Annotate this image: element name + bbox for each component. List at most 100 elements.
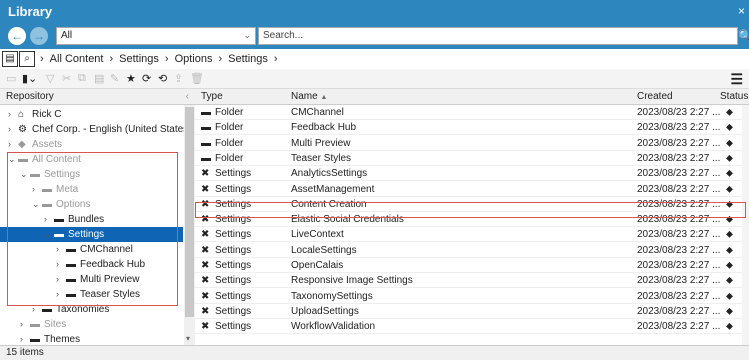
new-icon[interactable]: ▭ bbox=[6, 72, 16, 85]
close-icon[interactable]: × bbox=[738, 4, 745, 18]
table-row[interactable]: ✖ Settings AnalyticsSettings 2023/08/23 2:2… bbox=[195, 166, 749, 182]
row-type: Settings bbox=[215, 305, 252, 317]
copy-icon[interactable]: ⧉ bbox=[78, 72, 86, 85]
publish-icon[interactable]: ⇪ bbox=[174, 72, 183, 85]
breadcrumb-item[interactable]: Options bbox=[175, 53, 213, 65]
status-icon: ⬥ bbox=[726, 183, 733, 195]
breadcrumb-items: › All Content › Settings › Options › Settings › bbox=[40, 53, 284, 65]
row-type: Folder bbox=[215, 152, 244, 164]
table-row[interactable]: ✖ Settings UploadSettings 2023/08/23 2:27 .… bbox=[195, 304, 749, 319]
row-created: 2023/08/23 2:27 ... bbox=[637, 321, 721, 333]
table-row[interactable]: ✖ Settings AssetManagement 2023/08/23 2:27 … bbox=[195, 182, 749, 197]
highlight-box bbox=[7, 152, 178, 306]
row-created: 2023/08/23 2:27 ... bbox=[637, 183, 721, 195]
settings-icon: ✖ bbox=[201, 244, 210, 256]
cut-icon[interactable]: ✂ bbox=[62, 72, 71, 85]
row-type: Settings bbox=[215, 275, 252, 287]
table-row[interactable]: ✖ Settings LocaleSettings 2023/08/23 2:27 .… bbox=[195, 243, 749, 258]
status-icon: ⬥ bbox=[726, 152, 733, 164]
tree-node[interactable]: › ▬ Themes bbox=[20, 332, 80, 345]
col-created[interactable]: Created bbox=[637, 91, 673, 102]
row-created: 2023/08/23 2:27 ... bbox=[637, 137, 721, 149]
chevron-icon[interactable]: › bbox=[8, 122, 18, 137]
folder-icon: ▬ bbox=[30, 334, 40, 345]
home-icon: ⌂ bbox=[18, 109, 25, 120]
row-name: OpenCalais bbox=[291, 260, 344, 271]
table-row[interactable]: ✖ Settings WorkflowValidation 2023/08/23 2:… bbox=[195, 319, 749, 335]
row-name: AnalyticsSettings bbox=[291, 168, 368, 180]
table-row[interactable]: ✖ Settings TaxonomySettings 2023/08/23 2:27… bbox=[195, 289, 749, 304]
settings-icon: ✖ bbox=[201, 275, 210, 287]
table-row[interactable]: ▬ Folder Feedback Hub 2023/08/23 2:27 ... ⬥ bbox=[195, 120, 749, 136]
row-created: 2023/08/23 2:27 ... bbox=[637, 168, 721, 180]
create-icon[interactable]: ▮⌄ bbox=[22, 72, 37, 85]
status-icon: ⬥ bbox=[726, 321, 733, 333]
search-mode-icon[interactable]: ⌕ bbox=[19, 51, 35, 67]
row-created: 2023/08/23 2:27 ... bbox=[637, 305, 721, 317]
tree-scrollbar[interactable]: ▾ bbox=[184, 105, 195, 345]
row-name: WorkflowValidation bbox=[291, 321, 376, 333]
chevron-icon[interactable]: › bbox=[8, 107, 18, 122]
toolbar: ▭ ▮⌄ ▽ ✂ ⧉ ▤ ✎ ★ ⟳ ⟲ ⇪ 🗑 ☰ bbox=[0, 69, 749, 89]
tree-node[interactable]: › ⚙ Chef Corp. - English (United States) bbox=[8, 122, 184, 137]
table-row[interactable]: ✖ Settings LiveContext 2023/08/23 2:27 ... ⬥ bbox=[195, 227, 749, 243]
highlight-box bbox=[195, 202, 746, 218]
breadcrumb-separator: › bbox=[164, 53, 169, 65]
tree-toggle-icon[interactable]: ▤ bbox=[2, 51, 18, 67]
row-name: CMChannel bbox=[291, 107, 344, 118]
breadcrumb-item[interactable]: Settings bbox=[228, 53, 268, 65]
chevron-icon[interactable]: › bbox=[20, 332, 30, 345]
tree-node-label: Chef Corp. - English (United States) bbox=[32, 124, 184, 135]
chevron-icon[interactable]: › bbox=[20, 317, 30, 332]
filter-icon[interactable]: ▽ bbox=[46, 72, 54, 85]
delete-icon[interactable]: 🗑 bbox=[190, 72, 204, 85]
row-type: Settings bbox=[215, 321, 252, 333]
col-name[interactable]: Name ▲ bbox=[291, 91, 327, 102]
settings-icon: ✖ bbox=[201, 229, 210, 241]
edit-icon[interactable]: ✎ bbox=[110, 72, 119, 85]
chevron-icon[interactable]: › bbox=[8, 137, 18, 152]
collapse-icon[interactable]: ‹ bbox=[186, 91, 189, 102]
forward-button[interactable]: → bbox=[30, 27, 48, 45]
col-type[interactable]: Type bbox=[201, 91, 223, 102]
folder-icon: ▬ bbox=[30, 319, 40, 330]
row-name: Responsive Image Settings bbox=[291, 275, 413, 287]
search-input[interactable]: Search... bbox=[258, 27, 738, 45]
scope-select-value: All bbox=[61, 30, 73, 41]
table-row[interactable]: ▬ Folder Teaser Styles 2023/08/23 2:27 ... ⬥ bbox=[195, 151, 749, 166]
breadcrumb-item[interactable]: All Content bbox=[50, 53, 104, 65]
settings-icon: ✖ bbox=[201, 260, 210, 271]
list-view-icon[interactable]: ☰ bbox=[730, 71, 743, 88]
paste-icon[interactable]: ▤ bbox=[94, 72, 104, 85]
bookmark-icon[interactable]: ★ bbox=[126, 72, 136, 85]
table-row[interactable]: ✖ Settings Responsive Image Settings 2023/0… bbox=[195, 273, 749, 289]
row-created: 2023/08/23 2:27 ... bbox=[637, 260, 721, 271]
repository-title: Repository bbox=[6, 91, 54, 102]
breadcrumb-item[interactable]: Settings bbox=[119, 53, 159, 65]
table-scrollbar[interactable] bbox=[742, 105, 749, 345]
row-created: 2023/08/23 2:27 ... bbox=[637, 244, 721, 256]
refresh-icon[interactable]: ⟲ bbox=[158, 72, 167, 85]
tree-node-label: Sites bbox=[44, 319, 67, 330]
row-type: Settings bbox=[215, 168, 252, 180]
table-header: Type Name ▲ Created Status bbox=[195, 89, 749, 105]
col-status[interactable]: Status bbox=[720, 91, 748, 102]
row-type: Settings bbox=[215, 290, 252, 302]
back-button[interactable]: ← bbox=[8, 27, 26, 45]
assets-icon: ◆ bbox=[18, 139, 26, 150]
tree-node[interactable]: › ▬ Sites bbox=[20, 317, 66, 332]
table-row[interactable]: ▬ Folder CMChannel 2023/08/23 2:27 ... ⬥ bbox=[195, 105, 749, 120]
search-icon[interactable]: 🔍 bbox=[738, 29, 749, 43]
tree-node[interactable]: › ⌂ Rick C bbox=[8, 107, 61, 122]
table-row[interactable]: ▬ Folder Multi Preview 2023/08/23 2:27 ... ⬥ bbox=[195, 136, 749, 151]
settings-icon: ✖ bbox=[201, 168, 210, 180]
folder-icon: ▬ bbox=[201, 137, 211, 149]
tree-node[interactable]: › ◆ Assets bbox=[8, 137, 62, 152]
tree-node-label: Rick C bbox=[32, 109, 62, 120]
site-icon: ⚙ bbox=[18, 124, 27, 135]
table-row[interactable]: ✖ Settings OpenCalais 2023/08/23 2:27 ... ⬥ bbox=[195, 258, 749, 273]
sync-icon[interactable]: ⟳ bbox=[142, 72, 151, 85]
folder-icon: ▬ bbox=[201, 152, 211, 164]
status-icon: ⬥ bbox=[726, 260, 733, 271]
scope-select[interactable]: All ⌄ bbox=[56, 27, 256, 45]
